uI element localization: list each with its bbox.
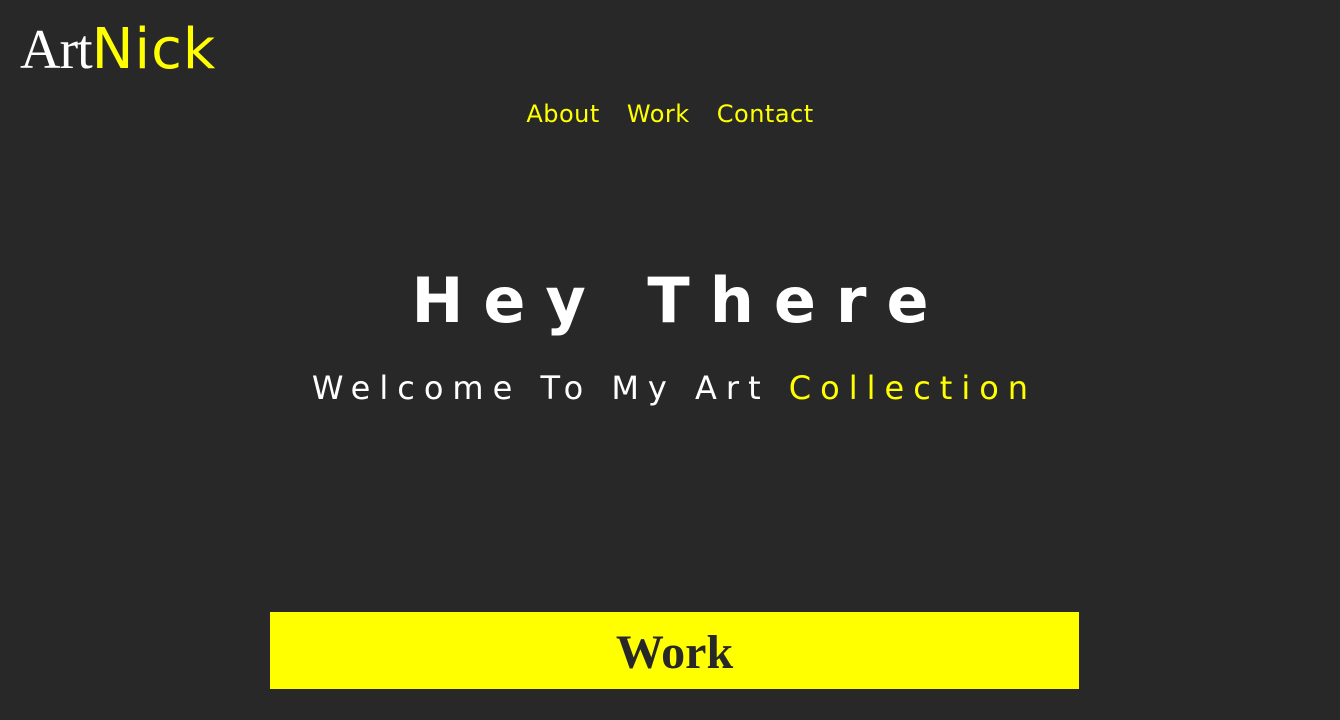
nav-link-contact[interactable]: Contact <box>717 100 814 128</box>
hero-subtitle-main: Welcome To My Art <box>311 369 770 407</box>
hero-subtitle: Welcome To My Art Collection <box>0 369 1340 407</box>
main-nav: About Work Contact <box>0 100 1340 128</box>
hero-subtitle-accent: Collection <box>788 369 1038 407</box>
nav-link-about[interactable]: About <box>526 100 599 128</box>
work-section-banner: Work <box>270 612 1079 689</box>
work-section-heading: Work <box>615 625 734 679</box>
nav-link-work[interactable]: Work <box>627 100 690 128</box>
logo-text-nick: Nick <box>91 17 217 82</box>
logo-text-art: Art <box>20 19 93 81</box>
site-logo[interactable]: ArtNick <box>20 19 216 81</box>
hero-title: Hey There <box>411 264 949 337</box>
